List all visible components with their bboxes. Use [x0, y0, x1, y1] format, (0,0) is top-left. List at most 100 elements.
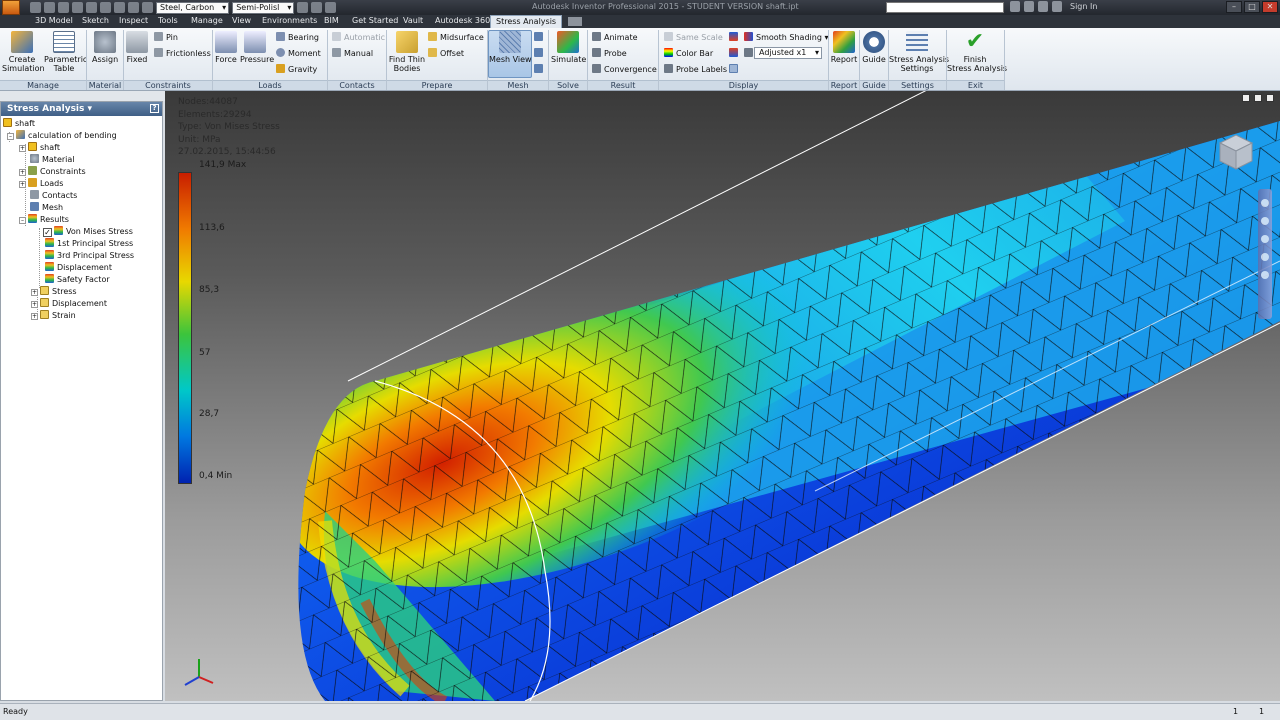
look-at-icon[interactable]: [1261, 271, 1269, 279]
pressure-button[interactable]: Pressure: [240, 31, 274, 64]
local-mesh-button[interactable]: [534, 48, 546, 59]
appearance-select[interactable]: Semi-Polisl: [232, 1, 295, 14]
mesh-view-button[interactable]: Mesh View: [489, 31, 532, 64]
manual-contacts-button[interactable]: Manual: [332, 48, 373, 59]
create-simulation-button[interactable]: Create Simulation: [2, 31, 45, 73]
automatic-contacts-button[interactable]: Automatic: [332, 32, 385, 43]
mesh-settings-button[interactable]: [534, 32, 546, 43]
viewport-minimize-button[interactable]: [1242, 94, 1250, 102]
tree-item-calculation[interactable]: – calculation of bending: [7, 130, 117, 142]
viewport-restore-button[interactable]: [1254, 94, 1262, 102]
tree-item-material[interactable]: Material: [30, 154, 75, 166]
tab-stress-analysis[interactable]: Stress Analysis: [490, 15, 563, 28]
maximize-button[interactable]: □: [1244, 1, 1260, 13]
tab-bim[interactable]: BIM: [324, 16, 339, 25]
tab-manage[interactable]: Manage: [191, 16, 223, 25]
material-select[interactable]: Steel, Carbon: [156, 1, 230, 14]
mesh-table-button[interactable]: [534, 64, 546, 75]
report-button[interactable]: Report: [830, 31, 858, 64]
tree-item-shaft-root[interactable]: shaft: [3, 118, 35, 130]
tab-inspect[interactable]: Inspect: [119, 16, 148, 25]
max-value-button[interactable]: [729, 32, 741, 43]
tab-view[interactable]: View: [232, 16, 251, 25]
finish-stress-analysis-button[interactable]: ✔ Finish Stress Analysis: [947, 31, 1007, 74]
tab-get-started[interactable]: Get Started: [352, 16, 398, 25]
probe-button[interactable]: Probe: [592, 48, 627, 59]
redo-icon[interactable]: [86, 2, 97, 13]
steering-wheel-icon[interactable]: [1261, 199, 1269, 207]
return-icon[interactable]: [114, 2, 125, 13]
tree-item-contacts[interactable]: Contacts: [30, 190, 77, 202]
select-icon[interactable]: [142, 2, 153, 13]
tree-item-strain-folder[interactable]: + Strain: [31, 310, 76, 322]
adjusted-scale-select[interactable]: Adjusted x1: [754, 47, 822, 59]
stress-analysis-settings-button[interactable]: Stress Analysis Settings: [889, 31, 949, 73]
tree-item-displacement[interactable]: Displacement: [45, 262, 112, 274]
animate-button[interactable]: Animate: [592, 32, 638, 43]
tree-item-constraints[interactable]: + Constraints: [19, 166, 86, 178]
tree-item-safety-factor[interactable]: Safety Factor: [45, 274, 110, 286]
graphics-viewport[interactable]: Nodes:44087 Elements:29294 Type: Von Mis…: [165, 91, 1280, 701]
assign-button[interactable]: Assign: [92, 31, 118, 64]
probe-labels-button[interactable]: Probe Labels: [664, 64, 727, 75]
fixed-constraint-button[interactable]: Fixed: [124, 31, 150, 64]
expand-icon[interactable]: +: [19, 181, 26, 188]
color-bar-button[interactable]: Color Bar: [664, 48, 713, 59]
help-icon[interactable]: ?: [150, 104, 159, 113]
smooth-shading-select[interactable]: Smooth Shading ▾: [744, 32, 828, 43]
offset-button[interactable]: Offset: [428, 48, 464, 59]
tree-item-stress-folder[interactable]: + Stress: [31, 286, 77, 298]
clear-appearance-icon[interactable]: [297, 2, 309, 13]
sign-in-link[interactable]: Sign In: [1070, 2, 1097, 11]
midsurface-button[interactable]: Midsurface: [428, 32, 484, 43]
user-icon[interactable]: [1052, 1, 1062, 12]
tree-item-loads[interactable]: + Loads: [19, 178, 63, 190]
tab-vault[interactable]: Vault: [403, 16, 423, 25]
force-button[interactable]: Force: [214, 31, 238, 64]
moment-button[interactable]: Moment: [276, 48, 321, 59]
update-icon[interactable]: [128, 2, 139, 13]
save-icon[interactable]: [58, 2, 69, 13]
frictionless-constraint-button[interactable]: Frictionless: [154, 48, 211, 59]
expand-icon[interactable]: +: [31, 289, 38, 296]
expand-icon[interactable]: +: [19, 145, 26, 152]
bearing-button[interactable]: Bearing: [276, 32, 319, 43]
minimize-button[interactable]: –: [1226, 1, 1242, 13]
simulate-button[interactable]: Simulate: [551, 31, 586, 64]
star-icon[interactable]: [1038, 1, 1048, 12]
browser-header[interactable]: Stress Analysis ▾?: [1, 102, 162, 116]
collapse-icon[interactable]: –: [7, 133, 14, 140]
guide-button[interactable]: Guide: [861, 31, 887, 64]
tab-options-icon[interactable]: [568, 17, 582, 26]
collapse-icon[interactable]: –: [19, 217, 26, 224]
boundary-conditions-button[interactable]: [729, 64, 741, 75]
tab-sketch[interactable]: Sketch: [82, 16, 109, 25]
expand-icon[interactable]: +: [31, 301, 38, 308]
close-button[interactable]: ✕: [1262, 1, 1278, 13]
tab-tools[interactable]: Tools: [158, 16, 178, 25]
undo-icon[interactable]: [72, 2, 83, 13]
tree-item-shaft[interactable]: + shaft: [19, 142, 60, 154]
zoom-icon[interactable]: [1261, 235, 1269, 243]
tree-item-von-mises[interactable]: ✓ Von Mises Stress: [43, 226, 133, 238]
search-icon[interactable]: [1010, 1, 1020, 12]
min-value-button[interactable]: [729, 48, 741, 59]
viewport-close-button[interactable]: [1266, 94, 1274, 102]
navigation-bar[interactable]: [1258, 189, 1272, 319]
tree-item-results[interactable]: – Results: [19, 214, 69, 226]
search-input[interactable]: [886, 2, 1004, 13]
gravity-button[interactable]: Gravity: [276, 64, 317, 75]
key-icon[interactable]: [1024, 1, 1034, 12]
tree-item-3rd-principal[interactable]: 3rd Principal Stress: [45, 250, 134, 262]
parameters-icon[interactable]: [311, 2, 323, 13]
tree-item-displacement-folder[interactable]: + Displacement: [31, 298, 107, 310]
tab-autodesk-360[interactable]: Autodesk 360: [435, 16, 490, 25]
convergence-button[interactable]: Convergence: [592, 64, 657, 75]
home-icon[interactable]: [100, 2, 111, 13]
tab-3d-model[interactable]: 3D Model: [35, 16, 73, 25]
application-menu-button[interactable]: [2, 0, 20, 15]
pin-constraint-button[interactable]: Pin: [154, 32, 178, 43]
checkbox-checked-icon[interactable]: ✓: [43, 228, 52, 237]
expand-icon[interactable]: +: [31, 313, 38, 320]
viewcube-icon[interactable]: [1212, 131, 1260, 171]
